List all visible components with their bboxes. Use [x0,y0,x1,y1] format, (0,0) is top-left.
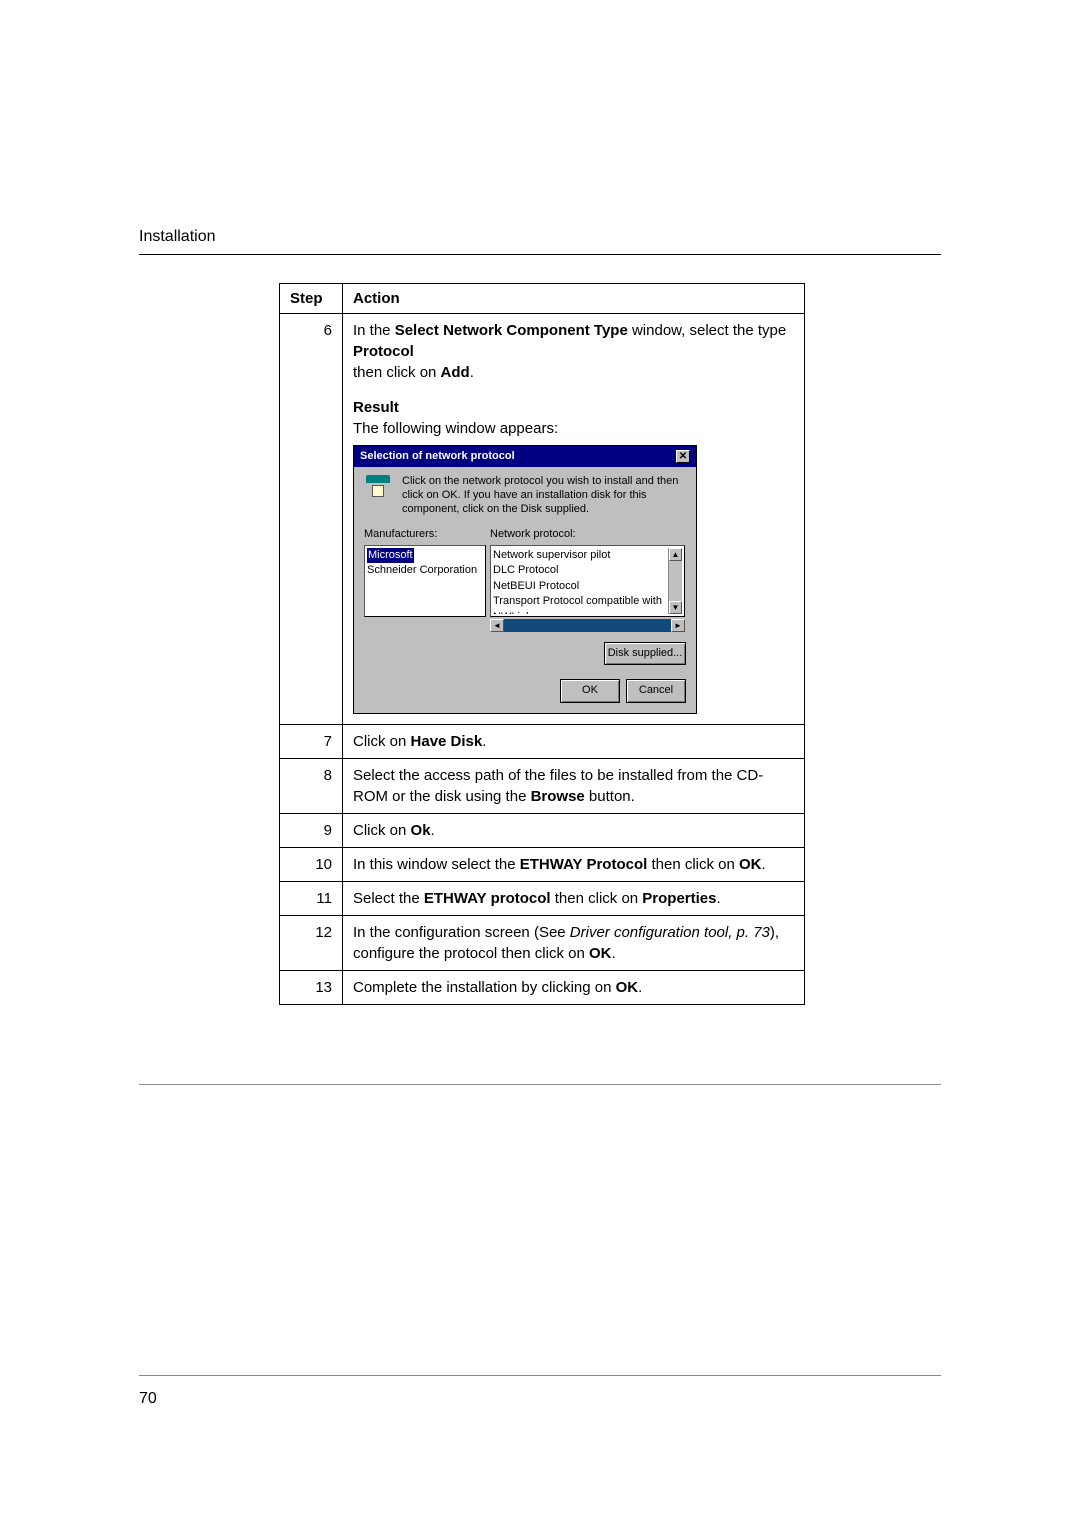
text-bold: Protocol [353,343,414,360]
list-item[interactable]: Network supervisor pilot [493,549,610,561]
scroll-down-icon[interactable]: ▼ [669,601,682,614]
col-step-header: Step [280,284,343,314]
table-row: 13 Complete the installation by clicking… [280,970,805,1004]
table-row: 7 Click on Have Disk. [280,724,805,758]
dialog-window: Selection of network protocol ✕ Click on… [353,445,697,714]
table-row: 11 Select the ETHWAY protocol then click… [280,881,805,915]
text: then click on [353,364,441,381]
scroll-right-icon[interactable]: ► [671,619,685,632]
result-label: Result [353,399,399,416]
text-bold: Add [441,364,470,381]
step-action: Select the ETHWAY protocol then click on… [343,881,805,915]
step-num: 13 [280,970,343,1004]
page-number: 70 [139,1390,157,1408]
step-num: 12 [280,915,343,970]
step-action: Complete the installation by clicking on… [343,970,805,1004]
scroll-up-icon[interactable]: ▲ [669,548,682,561]
table-row: 8 Select the access path of the files to… [280,758,805,813]
dialog-info-text: Click on the network protocol you wish t… [402,475,686,516]
step-action: Select the access path of the files to b… [343,758,805,813]
step-action: In the configuration screen (See Driver … [343,915,805,970]
list-item[interactable]: DLC Protocol [493,564,558,576]
text: . [470,364,474,381]
list-item[interactable]: Transport Protocol compatible with NWLin… [493,595,662,614]
footer-rule-top [139,1084,941,1085]
header-rule [139,254,941,255]
col-action-header: Action [343,284,805,314]
table-row: 10 In this window select the ETHWAY Prot… [280,847,805,881]
step-num: 9 [280,813,343,847]
step-action: In this window select the ETHWAY Protoco… [343,847,805,881]
footer-rule-bottom [139,1375,941,1376]
step-num: 10 [280,847,343,881]
text: In the [353,322,395,339]
table-row: 6 In the Select Network Component Type w… [280,314,805,725]
list-item[interactable]: NetBEUI Protocol [493,580,579,592]
text-bold: Select Network Component Type [395,322,628,339]
manufacturers-listbox[interactable]: Microsoft Schneider Corporation [364,545,486,617]
protocol-listbox[interactable]: Network supervisor pilot DLC Protocol Ne… [490,545,685,617]
step-num: 11 [280,881,343,915]
cancel-button[interactable]: Cancel [626,679,686,702]
steps-table: Step Action 6 In the Select Network Comp… [279,283,805,1005]
dialog-titlebar: Selection of network protocol ✕ [354,446,696,467]
step-action: Click on Have Disk. [343,724,805,758]
table-row: 9 Click on Ok. [280,813,805,847]
list-item[interactable]: Schneider Corporation [367,564,477,576]
table-row: 12 In the configuration screen (See Driv… [280,915,805,970]
disk-supplied-button[interactable]: Disk supplied... [604,642,686,665]
network-protocol-label: Network protocol: [490,527,576,542]
close-icon[interactable]: ✕ [676,450,690,463]
step-num: 7 [280,724,343,758]
page-header-section: Installation [139,228,941,246]
ok-button[interactable]: OK [560,679,620,702]
scrollbar-vertical[interactable]: ▲ ▼ [668,548,682,614]
result-text: The following window appears: [353,420,558,437]
dialog-title-text: Selection of network protocol [360,449,515,464]
manufacturers-label: Manufacturers: [364,527,490,542]
text: window, select the type [628,322,786,339]
step-action: In the Select Network Component Type win… [343,314,805,725]
network-icon [364,475,392,499]
step-num: 6 [280,314,343,725]
step-action: Click on Ok. [343,813,805,847]
list-item[interactable]: Microsoft [367,548,414,563]
scrollbar-horizontal[interactable]: ◄ ► [490,619,685,632]
scroll-left-icon[interactable]: ◄ [490,619,504,632]
step-num: 8 [280,758,343,813]
